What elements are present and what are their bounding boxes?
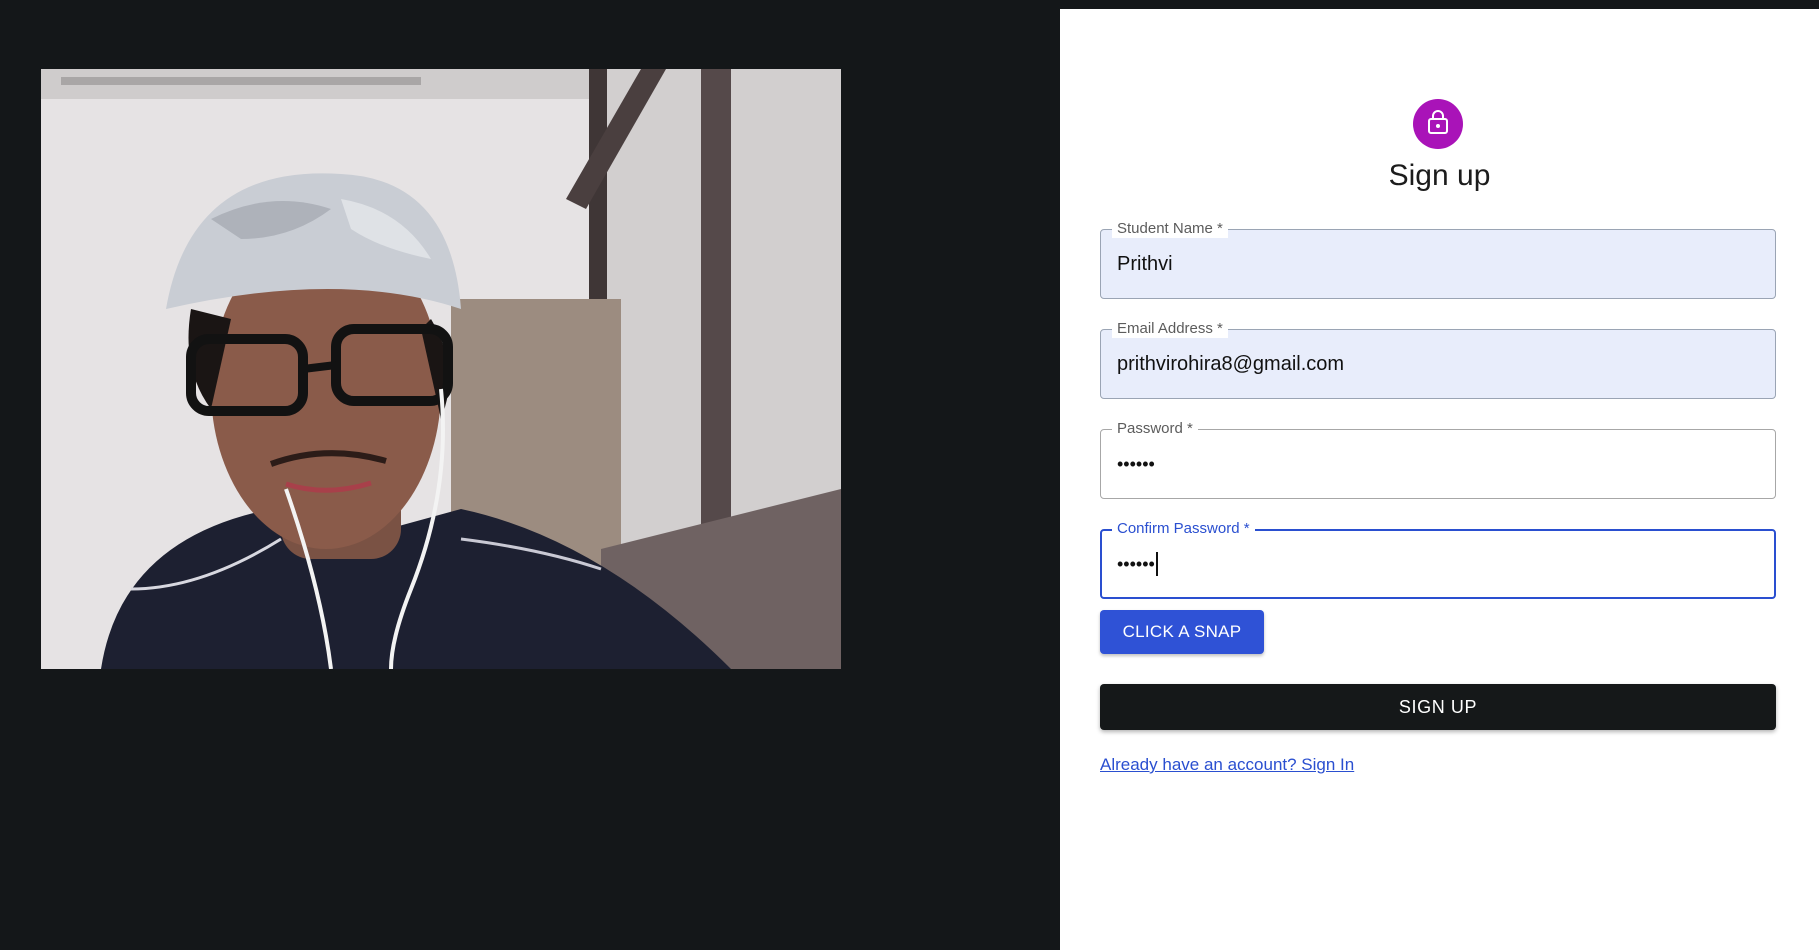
student-name-field[interactable]: Student Name * Prithvi [1100,220,1776,299]
student-name-value: Prithvi [1117,253,1173,275]
sign-up-button[interactable]: SIGN UP [1100,684,1776,730]
signup-panel: Sign up Student Name * Prithvi Email Add… [1060,9,1819,950]
click-a-snap-button[interactable]: CLICK A SNAP [1100,610,1264,654]
confirm-password-field[interactable]: Confirm Password * •••••• [1100,520,1776,599]
email-value: prithvirohira8@gmail.com [1117,353,1345,375]
sign-in-link[interactable]: Already have an account? Sign In [1100,755,1354,775]
password-field[interactable]: Password * •••••• [1100,420,1776,499]
page-title: Sign up [1388,159,1491,192]
text-caret [1155,551,1158,576]
lock-icon [1426,109,1450,140]
password-value: •••••• [1117,454,1155,474]
confirm-password-value-wrap: •••••• [1117,529,1158,599]
webcam-image [41,69,841,669]
webcam-preview [41,69,841,669]
email-field[interactable]: Email Address * prithvirohira8@gmail.com [1100,320,1776,399]
confirm-password-value: •••••• [1117,554,1155,574]
lock-avatar [1413,99,1463,149]
